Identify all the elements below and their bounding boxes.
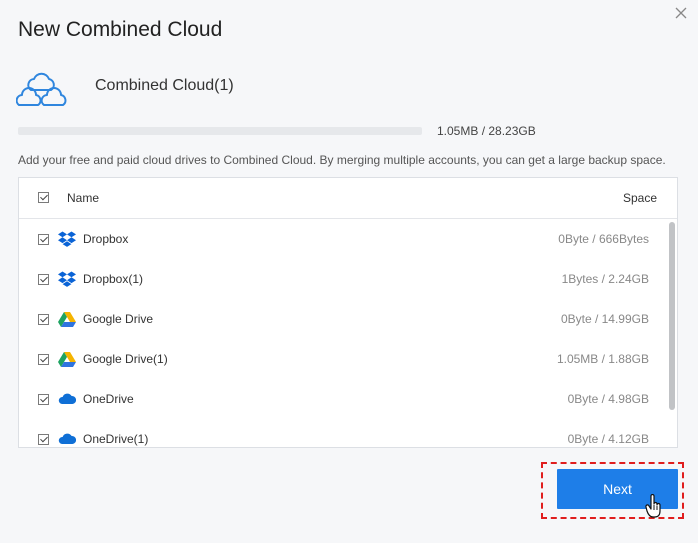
usage-text: 1.05MB / 28.23GB: [437, 124, 536, 138]
onedrive-icon: [58, 431, 77, 447]
usage-progress-bar: [18, 127, 422, 135]
row-name: Dropbox: [83, 232, 129, 246]
dropbox-icon: [58, 231, 76, 247]
table-row[interactable]: Google Drive(1) 1.05MB / 1.88GB: [19, 339, 677, 379]
row-space: 0Byte / 666Bytes: [558, 232, 649, 246]
row-name: Dropbox(1): [83, 272, 144, 286]
dialog-title: New Combined Cloud: [18, 18, 223, 41]
scrollbar[interactable]: [669, 222, 675, 410]
row-space: 1Bytes / 2.24GB: [561, 272, 649, 286]
table-header: Name Space: [19, 178, 677, 219]
google-drive-icon: [58, 351, 76, 367]
row-checkbox[interactable]: [38, 234, 49, 245]
table-row[interactable]: Dropbox(1) 1Bytes / 2.24GB: [19, 259, 677, 299]
new-combined-cloud-dialog: New Combined Cloud Combined Cloud(1) 1.0…: [0, 0, 698, 543]
row-checkbox[interactable]: [38, 274, 49, 285]
row-name: OneDrive: [83, 392, 134, 406]
onedrive-icon: [58, 391, 77, 407]
hand-cursor-icon: [645, 494, 661, 518]
row-checkbox[interactable]: [38, 434, 49, 445]
row-name: Google Drive(1): [83, 352, 168, 366]
table-row[interactable]: Google Drive 0Byte / 14.99GB: [19, 299, 677, 339]
row-space: 0Byte / 4.98GB: [567, 392, 649, 406]
table-row[interactable]: OneDrive 0Byte / 4.98GB: [19, 379, 677, 419]
column-header-space: Space: [622, 191, 657, 205]
table-row[interactable]: OneDrive(1) 0Byte / 4.12GB: [19, 419, 677, 447]
combined-cloud-icon: [16, 72, 67, 106]
row-checkbox[interactable]: [38, 394, 49, 405]
cloud-drive-table: Name Space Dropbox 0Byte / 666Bytes Dropbo…: [18, 177, 678, 448]
row-name: Google Drive: [83, 312, 154, 326]
row-space: 1.05MB / 1.88GB: [556, 352, 649, 366]
dropbox-icon: [58, 271, 76, 287]
google-drive-icon: [58, 311, 76, 327]
row-space: 0Byte / 14.99GB: [560, 312, 649, 326]
row-space: 0Byte / 4.12GB: [567, 432, 649, 446]
table-rows: Dropbox 0Byte / 666Bytes Dropbox(1) 1Bytes …: [19, 219, 677, 447]
row-checkbox[interactable]: [38, 354, 49, 365]
combined-cloud-name: Combined Cloud(1): [95, 77, 234, 94]
select-all-checkbox[interactable]: [38, 192, 49, 203]
column-header-name: Name: [67, 191, 100, 205]
description-text: Add your free and paid cloud drives to C…: [18, 153, 666, 167]
row-name: OneDrive(1): [83, 432, 149, 446]
table-row[interactable]: Dropbox 0Byte / 666Bytes: [19, 219, 677, 259]
close-icon[interactable]: [672, 4, 690, 22]
row-checkbox[interactable]: [38, 314, 49, 325]
